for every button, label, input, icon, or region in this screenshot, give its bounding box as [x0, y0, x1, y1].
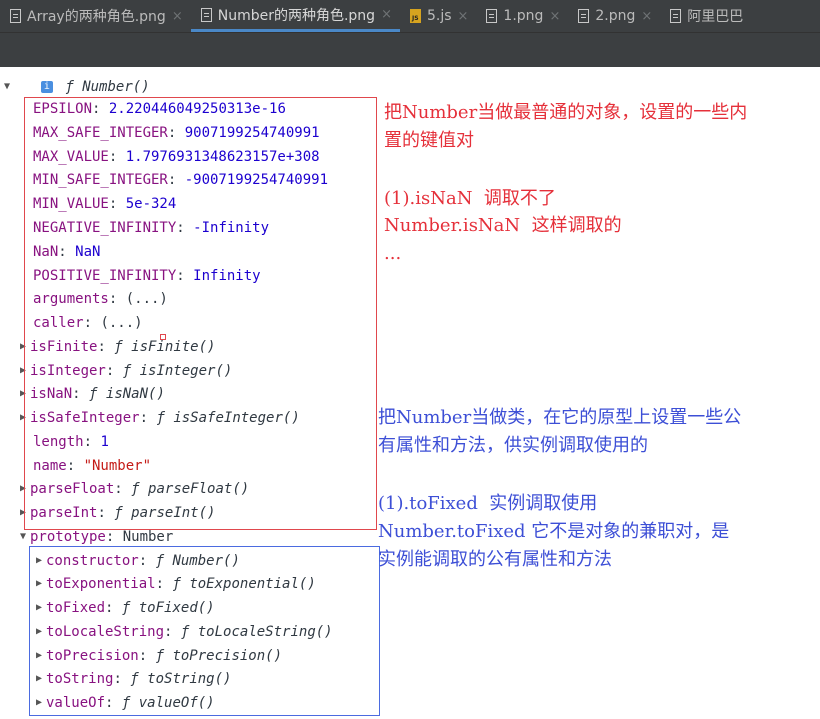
close-icon[interactable]: ×	[458, 9, 469, 24]
tab-number-png[interactable]: Number的两种角色.png ×	[190, 0, 400, 32]
tab-alibaba[interactable]: 阿里巴巴	[660, 0, 751, 32]
tab-array-png[interactable]: Array的两种角色.png ×	[0, 0, 191, 32]
js-file-icon: JS	[409, 9, 421, 23]
info-icon: i	[40, 81, 53, 93]
annotation-red-line1: 把Number当做最普通的对象，设置的一些内	[384, 102, 748, 123]
number-function-header[interactable]: ▼ i ƒ Number()	[4, 76, 150, 98]
close-icon[interactable]: ×	[172, 9, 183, 24]
tab-label: 1.png	[503, 8, 544, 24]
cursor-marker	[160, 334, 166, 340]
tab-label: Number的两种角色.png	[217, 7, 376, 24]
annotation-red-line5: ...	[384, 243, 402, 264]
tab-label: 阿里巴巴	[687, 9, 744, 25]
annotation-red-line2: 置的键值对	[384, 130, 474, 151]
image-file-icon	[10, 9, 21, 23]
tab-label: Array的两种角色.png	[27, 9, 166, 25]
close-icon[interactable]: ×	[381, 7, 392, 22]
annotation-blue-line1: 把Number当做类，在它的原型上设置一些公	[378, 407, 742, 428]
annotation-red-line4: Number.isNaN 这样调取的	[384, 215, 622, 236]
image-file-icon	[670, 9, 682, 23]
annotation-red-line3: (1).isNaN 调取不了	[384, 188, 556, 209]
annotation-blue-line2: 有属性和方法，供实例调取使用的	[378, 435, 648, 456]
prototype-highlight-box	[29, 546, 380, 716]
image-file-icon	[486, 9, 498, 23]
image-file-icon	[200, 7, 212, 22]
function-glyph: ƒ	[65, 79, 74, 95]
annotation-blue-line3: (1).toFixed 实例调取使用	[378, 493, 598, 514]
function-name: Number()	[82, 79, 150, 95]
close-icon[interactable]: ×	[549, 9, 560, 24]
annotation-blue-line4: Number.toFixed 它不是对象的兼职对，是	[378, 521, 730, 542]
expand-triangle-icon[interactable]: ▼	[4, 76, 14, 98]
tab-label: 2.png	[595, 8, 636, 24]
close-icon[interactable]: ×	[641, 9, 652, 24]
editor-tab-bar: Array的两种角色.png × Number的两种角色.png × JS 5.…	[0, 0, 820, 32]
tab-label: 5.js	[426, 8, 452, 24]
tab-2-png[interactable]: 2.png ×	[568, 0, 660, 32]
static-props-highlight-box	[24, 97, 377, 530]
annotation-blue-line5: 实例能调取的公有属性和方法	[378, 549, 612, 570]
image-viewer-toolbar	[0, 32, 820, 67]
tab-5-js[interactable]: JS 5.js ×	[400, 0, 476, 32]
tab-1-png[interactable]: 1.png ×	[476, 0, 568, 32]
image-file-icon	[578, 9, 590, 23]
